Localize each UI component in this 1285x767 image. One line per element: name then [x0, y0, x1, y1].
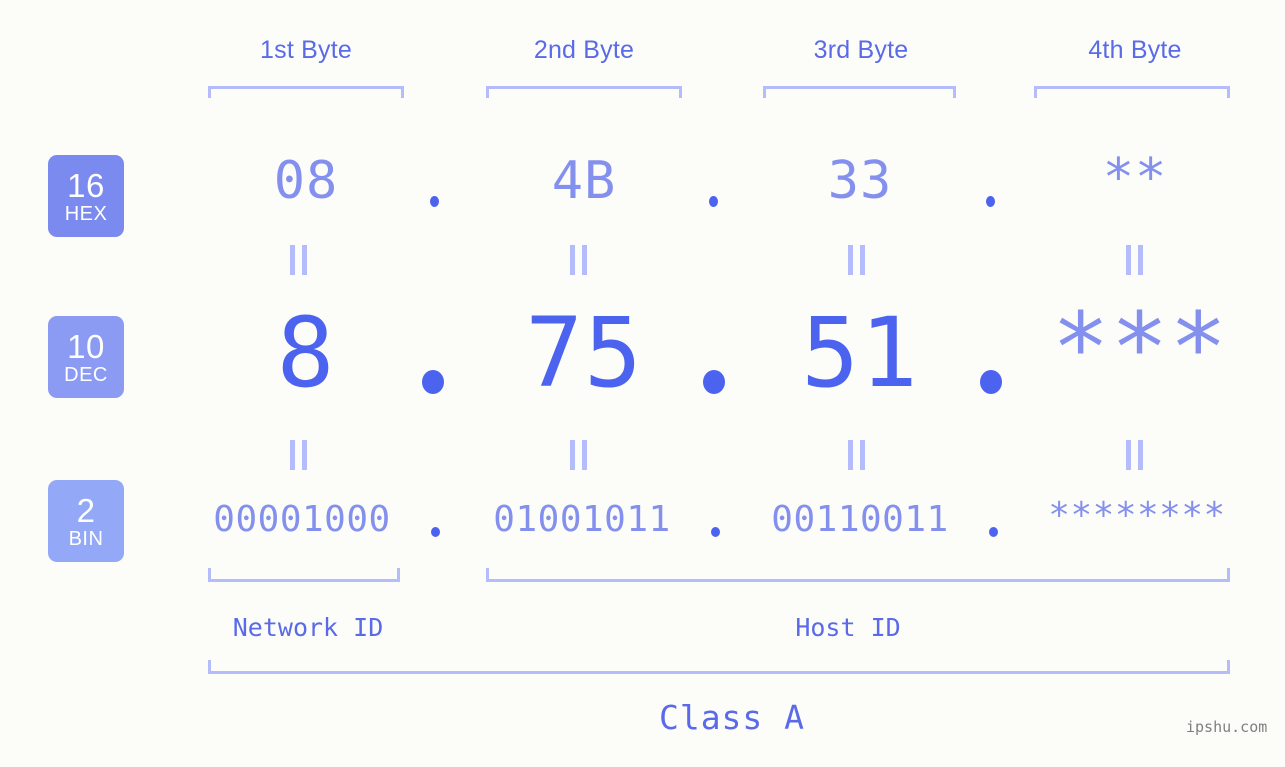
network-id-bracket — [208, 568, 400, 582]
equals-icon-hex-dec-2 — [570, 245, 587, 275]
dec-byte-3-value: 51 — [801, 297, 919, 409]
base-badge-hex-label: HEX — [64, 202, 108, 225]
hex-byte-3-value: 33 — [827, 151, 893, 211]
ip-byte-breakdown-diagram: 1st Byte 2nd Byte 3rd Byte 4th Byte 16 H… — [0, 0, 1285, 767]
equals-icon-dec-bin-1 — [290, 440, 307, 470]
base-badge-bin-label: BIN — [68, 527, 104, 550]
base-badge-bin: 2 BIN — [48, 480, 124, 562]
equals-icon-dec-bin-3 — [848, 440, 865, 470]
bin-byte-3-value: 00110011 — [771, 499, 949, 540]
hex-byte-1-value: 08 — [273, 151, 339, 211]
base-badge-dec-label: DEC — [64, 363, 108, 386]
host-id-bracket — [486, 568, 1230, 582]
hex-byte-2-value: 4B — [551, 151, 617, 211]
hex-separator-dot-1 — [430, 196, 439, 207]
dec-byte-4-value: *** — [1051, 292, 1229, 404]
byte-bracket-4 — [1034, 86, 1230, 98]
network-id-label: Network ID — [232, 613, 384, 642]
byte-bracket-2 — [486, 86, 682, 98]
hex-byte-4-value: ** — [1102, 148, 1168, 208]
base-badge-dec-number: 10 — [67, 327, 105, 365]
base-badge-hex: 16 HEX — [48, 155, 124, 237]
equals-icon-hex-dec-4 — [1126, 245, 1143, 275]
bin-separator-dot-1 — [431, 527, 440, 537]
equals-icon-hex-dec-3 — [848, 245, 865, 275]
dec-separator-dot-3 — [980, 370, 1002, 394]
class-bracket — [208, 660, 1230, 674]
byte-header-2: 2nd Byte — [533, 36, 635, 64]
site-watermark: ipshu.com — [1186, 718, 1268, 736]
dec-byte-1-value: 8 — [276, 297, 336, 409]
bin-separator-dot-3 — [989, 527, 998, 537]
bin-byte-2-value: 01001011 — [493, 499, 671, 540]
byte-header-4: 4th Byte — [1088, 36, 1182, 64]
byte-bracket-3 — [763, 86, 956, 98]
equals-icon-dec-bin-4 — [1126, 440, 1143, 470]
bin-byte-4-value: ******** — [1048, 495, 1226, 536]
equals-icon-dec-bin-2 — [570, 440, 587, 470]
host-id-label: Host ID — [795, 613, 901, 642]
base-badge-dec: 10 DEC — [48, 316, 124, 398]
byte-header-1: 1st Byte — [260, 36, 352, 64]
base-badge-hex-number: 16 — [67, 166, 105, 204]
equals-icon-hex-dec-1 — [290, 245, 307, 275]
bin-separator-dot-2 — [711, 527, 720, 537]
hex-separator-dot-2 — [709, 196, 718, 207]
byte-header-3: 3rd Byte — [813, 36, 909, 64]
base-badge-bin-number: 2 — [76, 491, 96, 529]
dec-separator-dot-1 — [422, 370, 444, 394]
dec-separator-dot-2 — [703, 370, 725, 394]
class-label: Class A — [658, 698, 806, 737]
byte-bracket-1 — [208, 86, 404, 98]
bin-byte-1-value: 00001000 — [213, 499, 391, 540]
hex-separator-dot-3 — [986, 196, 995, 207]
dec-byte-2-value: 75 — [525, 297, 643, 409]
